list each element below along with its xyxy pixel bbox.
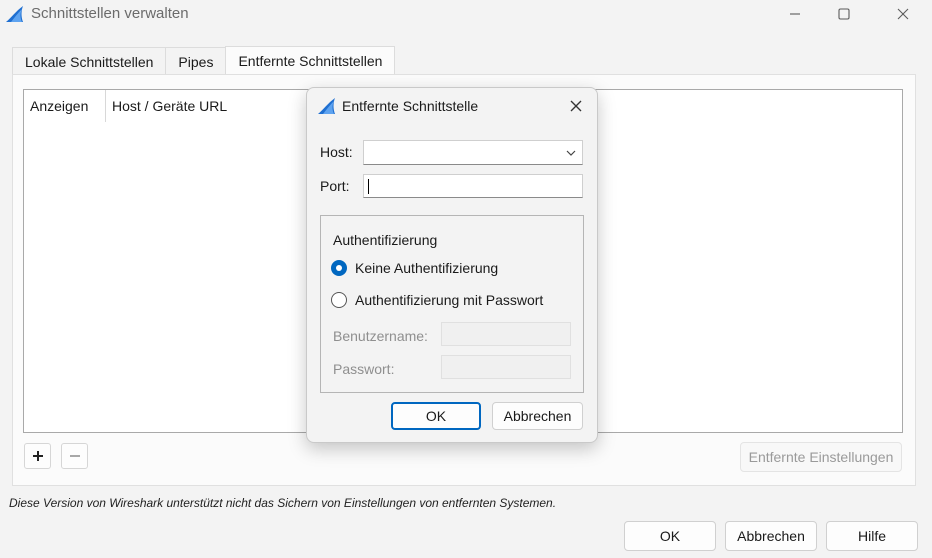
dialog-ok-button[interactable]: OK bbox=[391, 402, 481, 430]
remove-remote-host-button[interactable] bbox=[61, 443, 88, 469]
window-title: Schnittstellen verwalten bbox=[31, 5, 189, 22]
dialog-cancel-button[interactable]: Abbrechen bbox=[492, 402, 583, 430]
radio-no-authentication[interactable]: Keine Authentifizierung bbox=[331, 260, 498, 276]
port-input[interactable] bbox=[363, 174, 583, 198]
text-caret bbox=[368, 179, 369, 194]
maximize-button[interactable] bbox=[821, 0, 867, 28]
column-header-host-url[interactable]: Host / Geräte URL bbox=[106, 90, 326, 122]
minimize-icon bbox=[790, 13, 800, 15]
radio-no-authentication-label: Keine Authentifizierung bbox=[355, 260, 499, 276]
authentication-group-title: Authentifizierung bbox=[333, 232, 438, 248]
radio-unchecked-icon[interactable] bbox=[331, 292, 347, 308]
column-header-show[interactable]: Anzeigen bbox=[24, 90, 106, 122]
add-remote-host-button[interactable] bbox=[24, 443, 51, 469]
username-input bbox=[441, 322, 571, 346]
tab-local-interfaces[interactable]: Lokale Schnittstellen bbox=[12, 47, 167, 75]
help-button[interactable]: Hilfe bbox=[826, 521, 918, 551]
radio-password-authentication-label: Authentifizierung mit Passwort bbox=[355, 292, 544, 308]
authentication-group: Authentifizierung Keine Authentifizierun… bbox=[320, 215, 584, 393]
close-window-button[interactable] bbox=[880, 0, 926, 28]
host-label: Host: bbox=[320, 144, 353, 160]
password-label: Passwort: bbox=[333, 361, 395, 377]
password-input bbox=[441, 355, 571, 379]
close-icon bbox=[570, 100, 582, 112]
username-label: Benutzername: bbox=[333, 328, 428, 344]
cancel-button[interactable]: Abbrechen bbox=[725, 521, 817, 551]
plus-icon bbox=[32, 451, 43, 461]
ok-button[interactable]: OK bbox=[624, 521, 716, 551]
wireshark-fin-icon bbox=[318, 98, 335, 114]
save-settings-notice: Diese Version von Wireshark unterstützt … bbox=[9, 496, 557, 510]
dialog-close-button[interactable] bbox=[563, 94, 589, 118]
tab-remote-interfaces[interactable]: Entfernte Schnittstellen bbox=[225, 46, 396, 75]
minimize-button[interactable] bbox=[772, 0, 818, 28]
dialog-title: Entfernte Schnittstelle bbox=[342, 98, 479, 114]
port-label: Port: bbox=[320, 178, 350, 194]
remote-interface-dialog: Entfernte Schnittstelle Host: Port: Auth… bbox=[306, 87, 598, 443]
title-bar: Schnittstellen verwalten bbox=[0, 0, 932, 30]
close-icon bbox=[897, 8, 909, 20]
maximize-icon bbox=[838, 8, 850, 20]
chevron-down-icon bbox=[566, 150, 576, 156]
radio-checked-icon[interactable] bbox=[331, 260, 347, 276]
tab-pipes[interactable]: Pipes bbox=[165, 47, 227, 75]
radio-password-authentication[interactable]: Authentifizierung mit Passwort bbox=[331, 292, 543, 308]
tab-bar: Lokale Schnittstellen Pipes Entfernte Sc… bbox=[12, 46, 396, 75]
minus-icon bbox=[69, 455, 80, 457]
host-combobox[interactable] bbox=[363, 140, 583, 165]
remote-settings-button[interactable]: Entfernte Einstellungen bbox=[740, 442, 902, 472]
wireshark-fin-icon bbox=[6, 6, 23, 22]
